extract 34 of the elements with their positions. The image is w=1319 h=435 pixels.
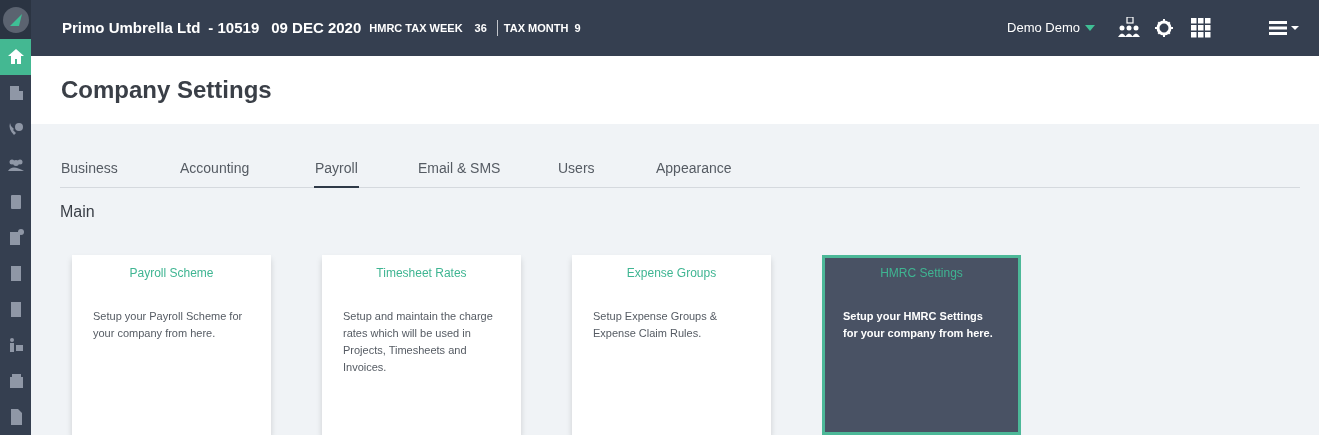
apps-grid-icon[interactable] <box>1191 18 1211 39</box>
settings-card[interactable]: Expense Groups Setup Expense Groups & Expense Claim Rules. <box>572 255 771 435</box>
caret-icon <box>1085 25 1095 32</box>
card-title: Timesheet Rates <box>375 266 468 281</box>
tab[interactable]: Accounting <box>179 151 251 187</box>
tax-month-value: 9 <box>574 20 581 36</box>
company-name: Primo Umbrella Ltd <box>62 17 201 38</box>
settings-card[interactable]: HMRC Settings Setup your HMRC Settings for your company from here. <box>822 255 1021 435</box>
page-title: Company Settings <box>61 75 272 106</box>
tax-week-value: 36 <box>474 20 487 36</box>
card-title: Payroll Scheme <box>128 266 215 281</box>
card-title: HMRC Settings <box>879 266 964 281</box>
tax-week-label: HMRC TAX WEEK <box>369 20 463 36</box>
section-heading: Main <box>60 202 96 222</box>
card-description: Setup and maintain the charge rates which will be used in Projects, Timesheets and Invoices. <box>343 309 494 375</box>
logo-icon[interactable] <box>1 5 30 34</box>
card-description: Setup Expense Groups & Expense Claim Rules. <box>593 309 719 341</box>
tab[interactable]: Appearance <box>655 151 733 187</box>
team-tasks-icon[interactable] <box>1117 17 1141 40</box>
tax-month-label: TAX MONTH <box>503 20 569 36</box>
settings-icon[interactable] <box>1155 19 1173 38</box>
current-date: 09 DEC 2020 <box>271 17 362 38</box>
card-description: Setup your HMRC Settings for your company from here. <box>843 309 994 341</box>
settings-card[interactable]: Timesheet Rates Setup and maintain the charge rates which will be used in Projects, Timesheets and Invoices. <box>322 255 521 435</box>
company-code: - 10519 <box>208 17 260 38</box>
settings-card[interactable]: Payroll Scheme Setup your Payroll Scheme for your company from here. <box>72 255 271 435</box>
card-description: Setup your Payroll Scheme for your company from here. <box>93 309 244 341</box>
tab[interactable]: Payroll <box>314 151 359 188</box>
tab[interactable]: Email & SMS <box>417 151 502 187</box>
user-menu[interactable]: Demo Demo <box>1007 18 1095 38</box>
card-title: Expense Groups <box>625 266 718 281</box>
tab[interactable]: Business <box>60 151 119 187</box>
tab[interactable]: Users <box>557 151 596 187</box>
menu-icon[interactable] <box>1269 20 1299 37</box>
